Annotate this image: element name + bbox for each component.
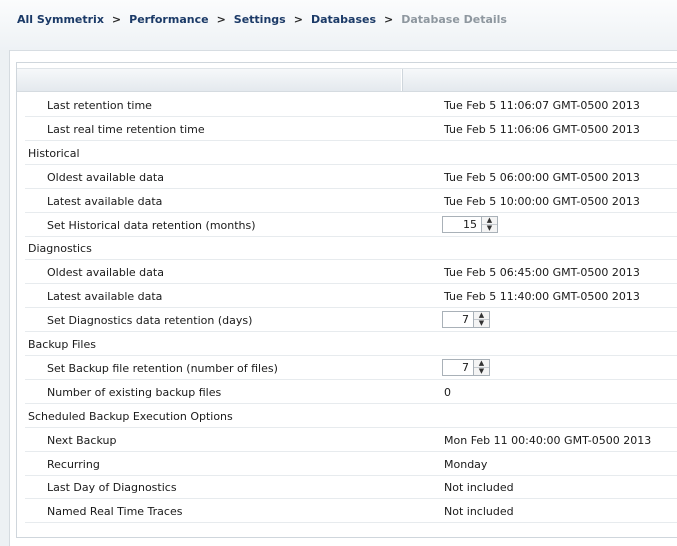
- row-label: Set Diagnostics data retention (days): [47, 314, 253, 328]
- top-bar: All Symmetrix > Performance > Settings > Datab…: [0, 0, 677, 51]
- database-details-panel: Last retention time Tue Feb 5 11:06:07 GM…: [16, 62, 677, 538]
- section-title: Diagnostics: [28, 242, 92, 256]
- spinner-down-arrow-icon[interactable]: ▼: [474, 320, 489, 327]
- table-row: Set Diagnostics data retention (days) 7 ▲ ▼: [25, 309, 677, 333]
- stepper-buttons: ▲ ▼: [482, 215, 498, 233]
- row-label: Latest available data: [47, 290, 163, 304]
- stepper-buttons: ▲ ▼: [474, 311, 490, 329]
- table-row: Oldest available data Tue Feb 5 06:00:00 …: [25, 166, 677, 189]
- table-row: Number of existing backup files 0: [25, 381, 677, 404]
- panel-column-header: [17, 68, 677, 92]
- row-value: Tue Feb 5 10:00:00 GMT-0500 2013: [444, 194, 640, 208]
- row-value: Tue Feb 5 06:45:00 GMT-0500 2013: [444, 266, 640, 280]
- spinner-down-arrow-icon[interactable]: ▼: [474, 367, 489, 375]
- row-value: Tue Feb 5 11:40:00 GMT-0500 2013: [444, 290, 640, 304]
- breadcrumb: All Symmetrix > Performance > Settings > Datab…: [17, 13, 507, 26]
- table-row: Oldest available data Tue Feb 5 06:45:00 …: [25, 261, 677, 285]
- section-title: Scheduled Backup Execution Options: [28, 409, 233, 423]
- stepper-value-input[interactable]: 7: [442, 358, 474, 376]
- row-value: Not included: [444, 505, 514, 519]
- row-value: 0: [444, 385, 451, 399]
- row-label: Set Backup file retention (number of fil…: [47, 361, 278, 375]
- table-row: Named Real Time Traces Not included: [25, 500, 677, 524]
- breadcrumb-separator: >: [216, 13, 226, 26]
- column-divider: [401, 69, 402, 91]
- row-label: Oldest available data: [47, 170, 164, 184]
- left-sidebar-edge: [0, 50, 10, 546]
- row-label: Last real time retention time: [47, 122, 205, 136]
- row-value: Mon Feb 11 00:40:00 GMT-0500 2013: [444, 433, 652, 447]
- row-label: Named Real Time Traces: [47, 505, 183, 519]
- row-label: Last retention time: [47, 99, 152, 112]
- table-row: Next Backup Mon Feb 11 00:40:00 GMT-0500 …: [25, 429, 677, 452]
- section-title: Historical: [28, 146, 80, 160]
- table-row: Last real time retention time Tue Feb 5 1…: [25, 118, 677, 141]
- table-row: Latest available data Tue Feb 5 10:00:00 …: [25, 190, 677, 213]
- row-value: Tue Feb 5 11:06:07 GMT-0500 2013: [444, 99, 640, 112]
- row-label: Last Day of Diagnostics: [47, 481, 177, 495]
- row-label: Latest available data: [47, 194, 163, 208]
- breadcrumb-databases[interactable]: Databases: [311, 13, 376, 26]
- table-row: Set Backup file retention (number of fil…: [25, 357, 677, 380]
- breadcrumb-separator: >: [111, 13, 122, 26]
- section-header: Scheduled Backup Execution Options: [25, 405, 677, 428]
- row-value: Tue Feb 5 06:00:00 GMT-0500 2013: [444, 170, 640, 184]
- row-label: Number of existing backup files: [47, 385, 222, 399]
- row-value: Tue Feb 5 11:06:06 GMT-0500 2013: [444, 122, 640, 136]
- breadcrumb-settings[interactable]: Settings: [234, 13, 286, 26]
- stepper-buttons: ▲ ▼: [474, 358, 490, 376]
- table-row: Last retention time Tue Feb 5 11:06:07 GM…: [25, 94, 677, 117]
- row-label: Recurring: [47, 457, 100, 471]
- breadcrumb-separator: >: [384, 13, 394, 26]
- table-row: Recurring Monday: [25, 453, 677, 476]
- spinner-down-arrow-icon[interactable]: ▼: [482, 224, 497, 232]
- row-value: Monday: [444, 457, 488, 471]
- breadcrumb-all-symmetrix[interactable]: All Symmetrix: [17, 13, 104, 26]
- section-header: Diagnostics: [25, 237, 677, 261]
- section-header: Backup Files: [25, 333, 677, 356]
- stepper-value-input[interactable]: 15: [442, 215, 482, 233]
- section-title: Backup Files: [28, 338, 96, 351]
- table-row: Last Day of Diagnostics Not included: [25, 476, 677, 500]
- row-label: Next Backup: [47, 433, 117, 447]
- breadcrumb-performance[interactable]: Performance: [129, 13, 208, 26]
- row-label: Oldest available data: [47, 266, 164, 280]
- stepper-value-input[interactable]: 7: [442, 311, 474, 329]
- table-row: Set Historical data retention (months) 15…: [25, 214, 677, 237]
- breadcrumb-database-details: Database Details: [401, 13, 507, 26]
- row-label: Set Historical data retention (months): [47, 218, 256, 232]
- row-value: Not included: [444, 481, 514, 495]
- breadcrumb-separator: >: [293, 13, 303, 26]
- section-header: Historical: [25, 142, 677, 165]
- table-row: Latest available data Tue Feb 5 11:40:00 …: [25, 285, 677, 309]
